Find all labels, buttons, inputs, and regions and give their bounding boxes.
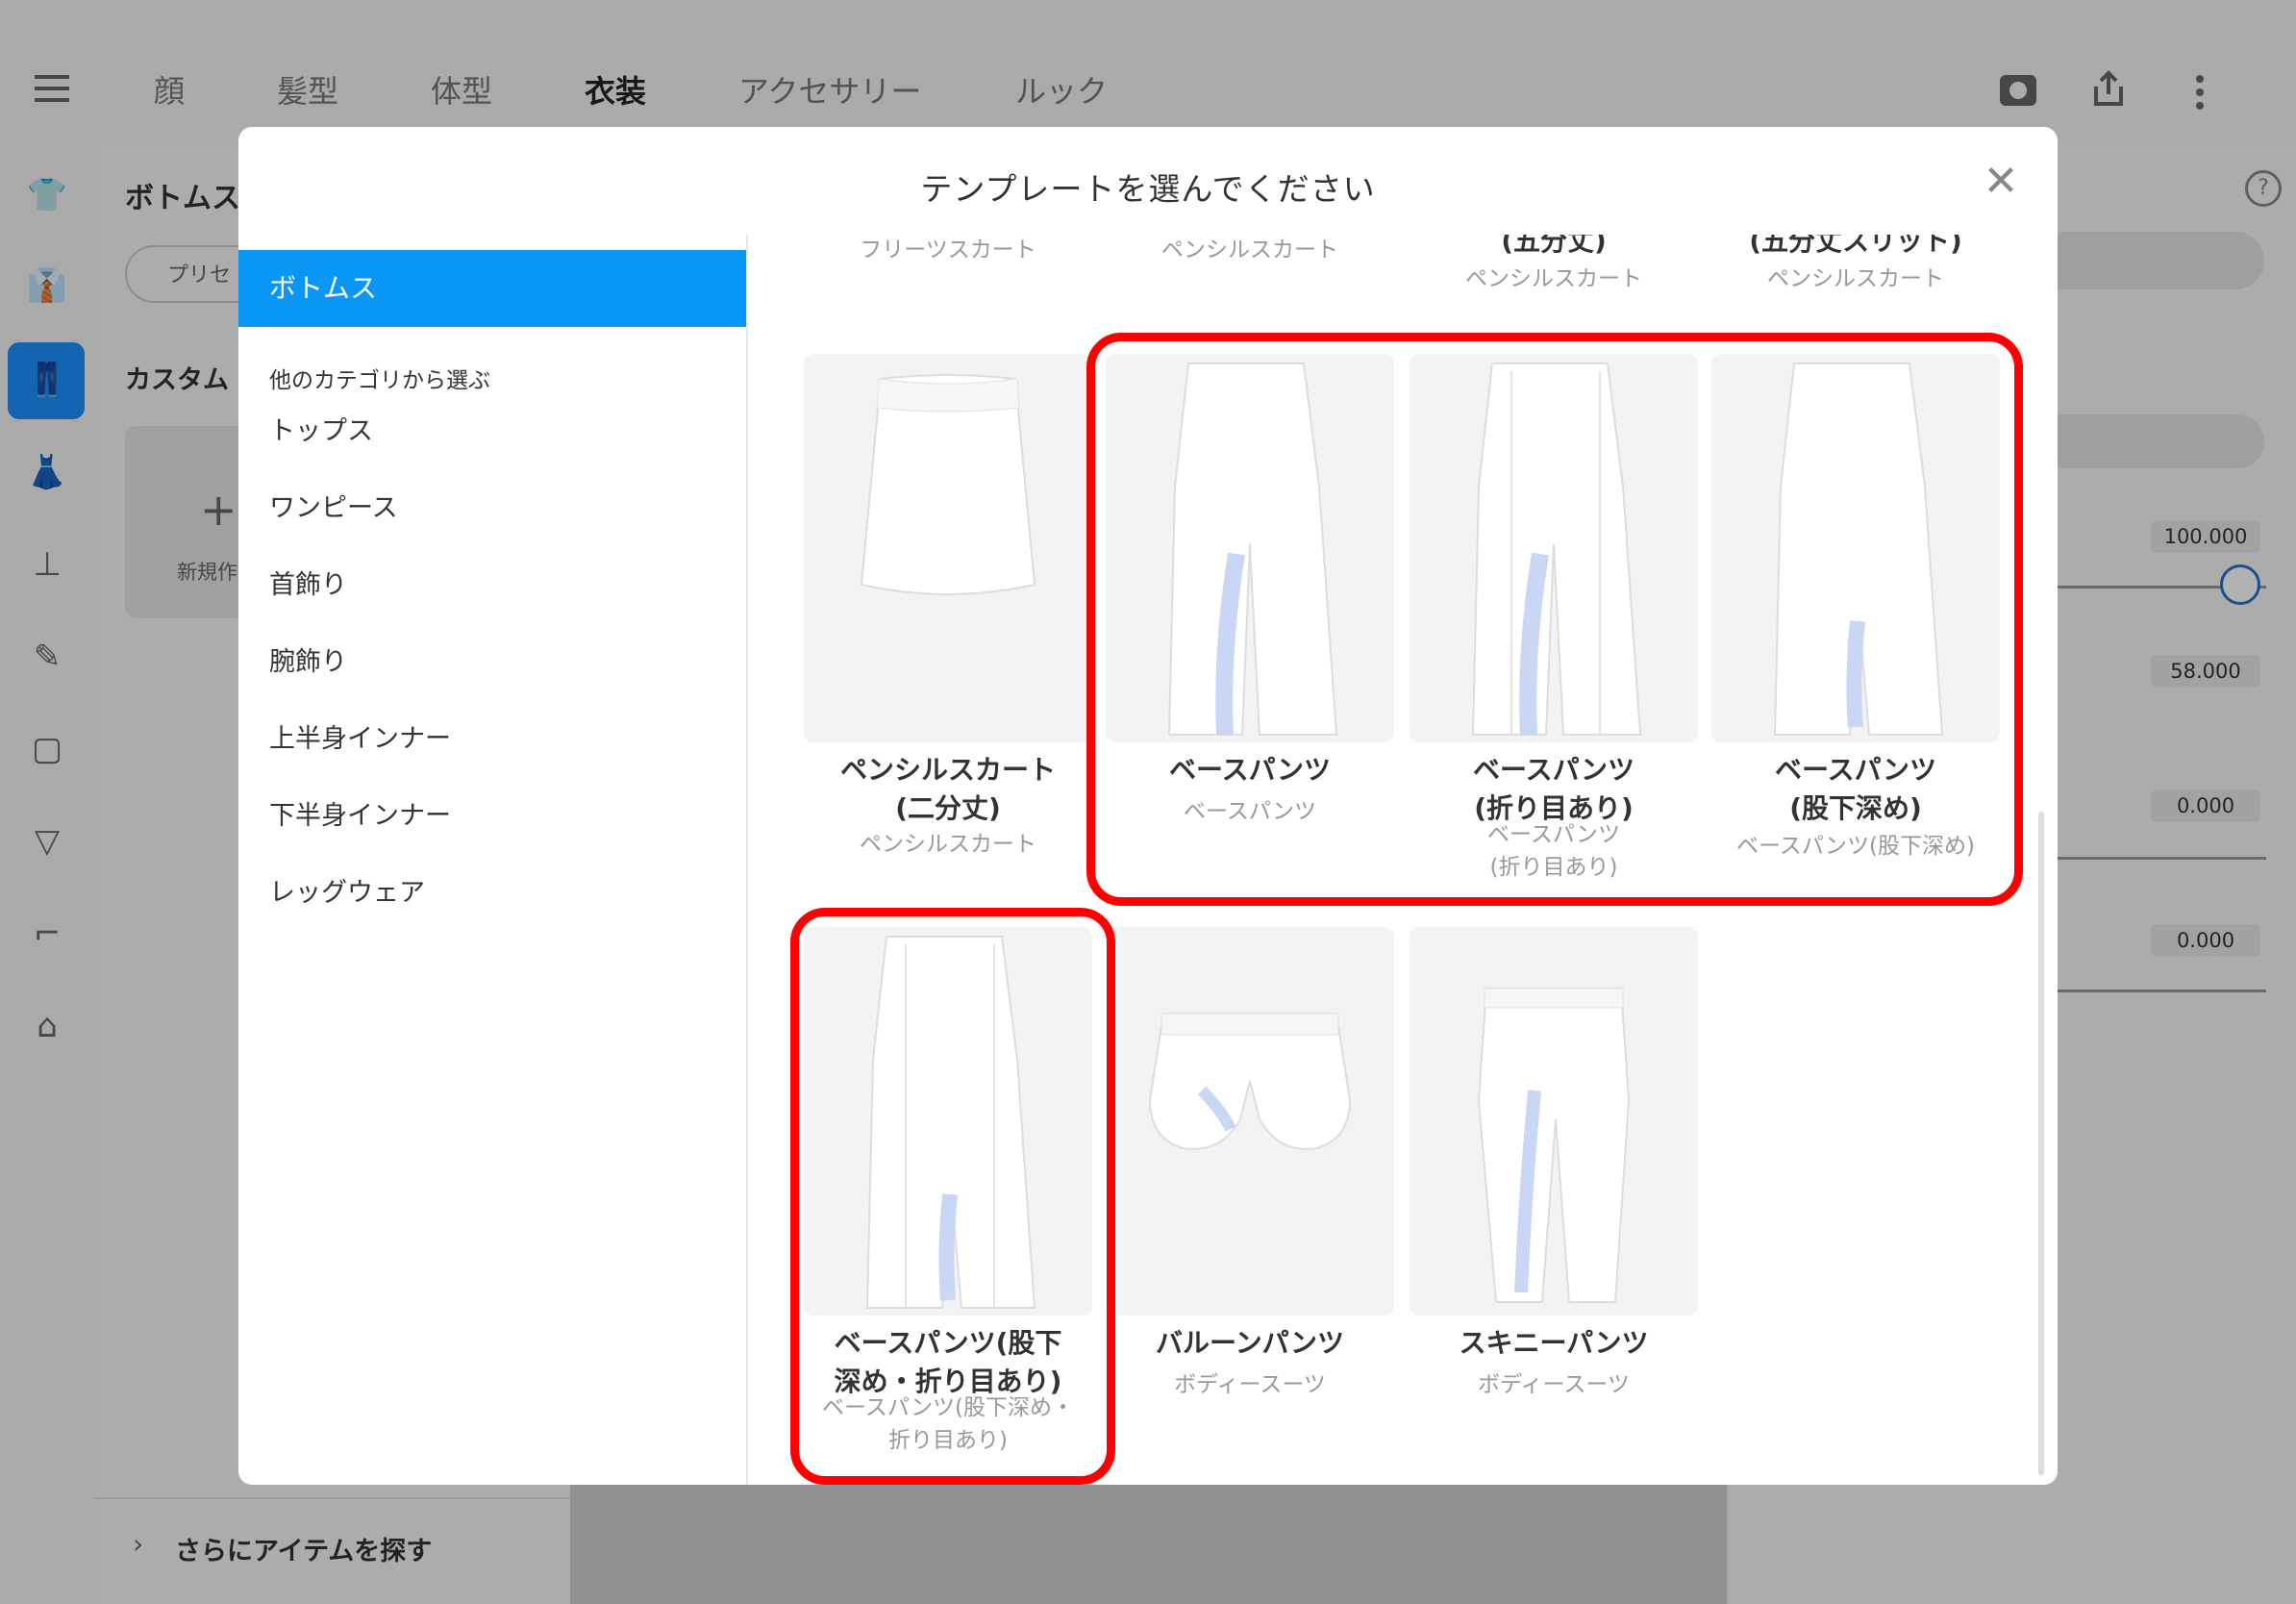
card-sub: ペンシルスカート: [1767, 266, 1944, 291]
template-card[interactable]: バルーンパンツ ボディースーツ: [1106, 927, 1394, 1446]
sidebar-item-bottoms[interactable]: ボトムス: [238, 250, 746, 327]
dialog-title: テンプレートを選んでください: [920, 170, 1376, 208]
sidebar-item-onepiece[interactable]: ワンピース: [269, 487, 398, 524]
pencil-skirt-image: [804, 354, 1092, 742]
skinny-pants-image: [1410, 927, 1698, 1316]
card-title: スキニーパンツ: [1459, 1327, 1649, 1359]
close-icon[interactable]: ✕: [1977, 158, 2025, 206]
card-sub: ペンシルスカート: [1161, 238, 1338, 263]
card-sub: ボディースーツ: [1174, 1372, 1326, 1397]
card-sub: ボディースーツ: [1478, 1372, 1630, 1397]
card-title: (二分丈): [895, 792, 1001, 824]
dialog-sidebar: ボトムス 他のカテゴリから選ぶ トップス ワンピース 首飾り 腕飾り 上半身イン…: [238, 235, 748, 1485]
sidebar-item-necklace[interactable]: 首飾り: [269, 564, 347, 601]
card-title: ペンシルスカート: [839, 754, 1056, 786]
scrollbar[interactable]: [2038, 812, 2044, 1475]
sidebar-item-tops[interactable]: トップス: [269, 410, 373, 447]
sidebar-item-lower-inner[interactable]: 下半身インナー: [269, 794, 451, 832]
highlight-frame: [790, 908, 1115, 1485]
sidebar-item-bracelet[interactable]: 腕飾り: [269, 640, 347, 678]
template-card[interactable]: ペンシルスカート (二分丈) ペンシルスカート: [804, 354, 1092, 873]
card-sub: ペンシルスカート: [860, 832, 1036, 857]
card-sub: ペンシルスカート: [1465, 266, 1642, 291]
sidebar-section-header: 他のカテゴリから選ぶ: [269, 368, 490, 393]
card-title: バルーンパンツ: [1155, 1327, 1344, 1359]
sidebar-item-upper-inner[interactable]: 上半身インナー: [269, 717, 451, 755]
balloon-pants-image: [1106, 927, 1394, 1316]
card-title: (五分丈): [1501, 235, 1607, 257]
highlight-frame: [1086, 333, 2023, 906]
template-card[interactable]: スキニーパンツ ボディースーツ: [1410, 927, 1698, 1446]
card-title: (五分丈スリット): [1749, 235, 1962, 257]
card-sub: フリーツスカート: [860, 238, 1036, 263]
sidebar-item-legwear[interactable]: レッグウェア: [269, 871, 425, 909]
